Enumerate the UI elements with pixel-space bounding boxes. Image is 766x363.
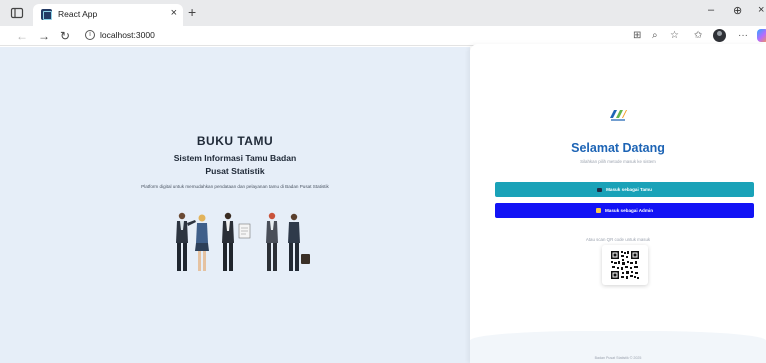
back-icon[interactable]: ← xyxy=(16,28,28,44)
window-close-icon[interactable]: × xyxy=(758,4,764,16)
person-illustration xyxy=(288,213,310,271)
hero-title: BUKU TAMU xyxy=(196,134,274,148)
guest-icon xyxy=(597,187,603,192)
business-people-illustration xyxy=(176,212,310,271)
person-illustration xyxy=(222,212,234,271)
react-app-favicon-icon xyxy=(41,9,52,20)
person-illustration xyxy=(195,214,209,271)
qr-code-card[interactable] xyxy=(602,245,648,285)
profile-avatar-icon[interactable] xyxy=(713,29,726,42)
lock-icon xyxy=(595,208,601,213)
footer-copyright: Badan Pusat Statistik © 2025 xyxy=(594,356,642,360)
tab-react-app[interactable]: React App × xyxy=(33,4,183,26)
address-bar-row: ← → ↻ i localhost:3000 ⊞ ⌕ ☆ ✩ ··· xyxy=(0,26,766,46)
new-tab-icon[interactable]: + xyxy=(188,4,196,20)
favorite-star-icon[interactable]: ☆ xyxy=(670,29,679,43)
forward-icon[interactable]: → xyxy=(38,28,50,44)
welcome-title: Selamat Datang xyxy=(571,141,665,155)
tab-actions-icon[interactable] xyxy=(10,6,24,20)
welcome-subtitle: Silahkan pilih metode masuk ke sistem xyxy=(580,159,656,164)
info-icon[interactable]: i xyxy=(85,30,95,40)
login-card: Selamat Datang Silahkan pilih metode mas… xyxy=(470,44,766,363)
hero-panel: BUKU TAMU Sistem Informasi Tamu Badan Pu… xyxy=(0,47,470,363)
qr-code-icon xyxy=(610,250,640,280)
copilot-icon[interactable] xyxy=(757,29,766,42)
app-available-icon[interactable]: ⊞ xyxy=(633,29,641,43)
tab-close-icon[interactable]: × xyxy=(171,7,177,19)
qr-hint: Atau scan QR code untuk masuk xyxy=(585,237,651,242)
hero-subtitle-line1: Sistem Informasi Tamu Badan xyxy=(173,153,297,163)
minimize-icon[interactable]: – xyxy=(708,4,714,16)
bps-logo xyxy=(610,110,627,121)
url-field[interactable]: localhost:3000 xyxy=(100,30,155,40)
zoom-icon[interactable]: ⌕ xyxy=(652,29,658,43)
browser-window: React App × + – ⊕ × ← → ↻ i localhost:30… xyxy=(0,0,766,363)
guest-button-label: Masuk sebagai Tamu xyxy=(606,187,652,192)
pin-icon[interactable]: ⊕ xyxy=(733,4,742,17)
login-as-admin-button[interactable]: Masuk sebagai Admin xyxy=(495,203,754,218)
login-as-guest-button[interactable]: Masuk sebagai Tamu xyxy=(495,182,754,197)
person-illustration xyxy=(266,212,278,271)
favorites-icon[interactable]: ✩ xyxy=(694,29,702,43)
person-illustration xyxy=(176,212,196,271)
admin-button-label: Masuk sebagai Admin xyxy=(604,208,654,213)
tab-strip: React App × + – ⊕ × xyxy=(0,0,766,26)
tab-title: React App xyxy=(58,9,98,19)
document-illustration xyxy=(238,223,251,239)
refresh-icon[interactable]: ↻ xyxy=(60,28,70,44)
hero-subtitle-line2: Pusat Statistik xyxy=(205,166,265,176)
hero-description: Platform digital untuk memudahkan pendat… xyxy=(141,184,329,189)
more-icon[interactable]: ··· xyxy=(738,29,748,43)
